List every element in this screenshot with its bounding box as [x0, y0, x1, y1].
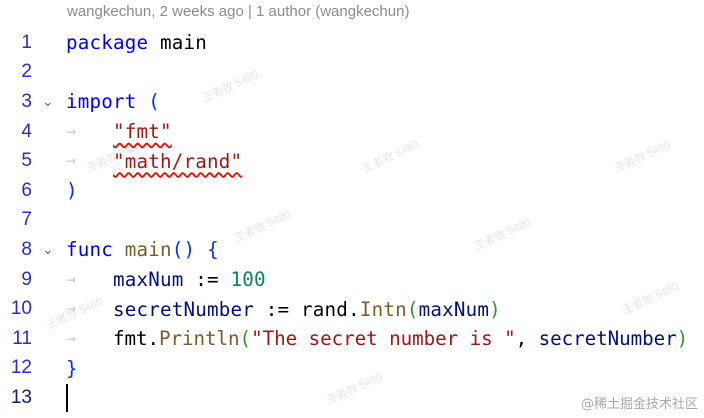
line-number: 12: [10, 357, 32, 379]
line-number: 4: [21, 120, 32, 142]
code-text: secretNumber := rand.Intn(maxNum): [113, 297, 501, 321]
code-text: "math/rand": [113, 149, 243, 173]
line-number: 7: [21, 209, 32, 231]
code-text: }: [66, 356, 78, 380]
arrow-right-icon: →: [66, 154, 77, 169]
code-text: ): [66, 179, 78, 203]
code-line[interactable]: 11 → fmt.Println("The secret number is "…: [0, 324, 704, 354]
line-number: 11: [12, 327, 32, 349]
arrow-right-icon: →: [66, 124, 77, 139]
line-number: 5: [21, 150, 32, 172]
arrow-right-icon: →: [66, 302, 77, 317]
codelens-blame[interactable]: wangkechun, 2 weeks ago | 1 author (wang…: [67, 3, 409, 20]
code-line[interactable]: 8 ⌄ func main() {: [0, 235, 704, 265]
code-line[interactable]: 12 }: [0, 354, 704, 384]
line-number: 9: [21, 268, 32, 290]
code-text: import (: [66, 90, 161, 114]
code-text: fmt.Println("The secret number is ", sec…: [113, 327, 689, 351]
arrow-right-icon: →: [66, 331, 77, 346]
code-line[interactable]: 4 → "fmt": [0, 117, 704, 147]
line-number: 10: [10, 298, 32, 320]
line-number: 6: [21, 179, 32, 201]
code-line[interactable]: 7: [0, 206, 704, 236]
line-number: 13: [10, 386, 32, 408]
line-number: 2: [21, 61, 32, 83]
text-cursor: [66, 383, 68, 412]
chevron-down-icon[interactable]: ⌄: [42, 242, 54, 258]
arrow-right-icon: →: [66, 272, 77, 287]
line-number: 3: [21, 90, 32, 112]
code-line[interactable]: 2: [0, 58, 704, 88]
line-number: 1: [21, 31, 32, 53]
code-line[interactable]: 5 → "math/rand": [0, 146, 704, 176]
code-text: "fmt": [113, 120, 172, 144]
code-text: maxNum := 100: [113, 268, 266, 292]
code-line[interactable]: 1 package main: [0, 28, 704, 58]
code-line[interactable]: 10 → secretNumber := rand.Intn(maxNum): [0, 294, 704, 324]
code-text: package main: [66, 31, 208, 55]
code-text: func main() {: [66, 238, 219, 262]
code-line[interactable]: 6 ): [0, 176, 704, 206]
code-line[interactable]: 3 ⌄ import (: [0, 87, 704, 117]
chevron-down-icon[interactable]: ⌄: [42, 94, 54, 110]
code-line[interactable]: 9 → maxNum := 100: [0, 265, 704, 295]
line-number: 8: [21, 238, 32, 260]
brand-watermark: @稀土掘金技术社区: [580, 397, 698, 412]
